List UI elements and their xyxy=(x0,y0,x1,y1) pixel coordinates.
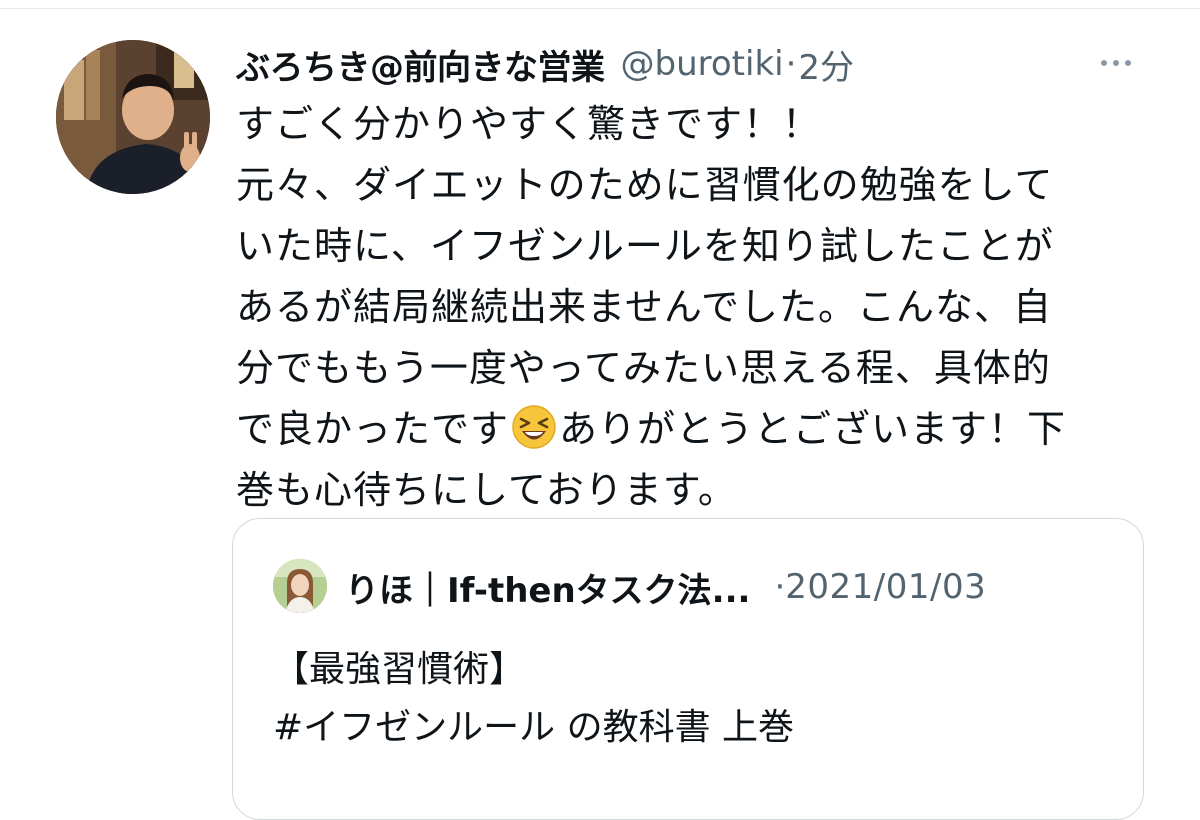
author-display-name[interactable]: ぶろちき@前向きな営業 xyxy=(236,40,605,89)
tweet-text-line: 元々、ダイエットのために習慣化の勉強をして xyxy=(236,163,1054,207)
quoted-tweet-date: 2021/01/03 xyxy=(785,567,987,607)
quoted-header-separator: · xyxy=(774,567,786,607)
tweet-text-segment: ありがとうとございます！下 xyxy=(559,407,1067,451)
tweet-text-line: 巻も心待ちにしております。 xyxy=(236,468,737,512)
tweet-text-line: あるが結局継続出来ませんでした。こんな、自 xyxy=(236,285,1052,329)
quoted-tweet-body: 【最強習慣術】 #イフゼンルール の教科書 上巻 xyxy=(273,641,794,757)
quoted-tweet-header: りほ｜If-thenタスク法... · 2021/01/03 xyxy=(345,561,986,613)
tweet-text-segment: で良かったです xyxy=(236,407,510,451)
author-avatar[interactable] xyxy=(56,40,210,194)
tweet-body: すごく分かりやすく驚きです！！ 元々、ダイエットのために習慣化の勉強をして いた… xyxy=(236,94,1156,521)
tweet[interactable]: ぶろちき@前向きな営業 @burotiki · 2分 すごく分かりやすく驚きです… xyxy=(0,0,1200,820)
author-handle[interactable]: @burotiki xyxy=(621,44,784,84)
tweet-text-line: 分でももう一度やってみたい思える程、具体的 xyxy=(236,346,1051,390)
header-separator: · xyxy=(785,44,797,84)
more-options-button[interactable] xyxy=(1090,48,1142,78)
quoted-author-avatar xyxy=(273,559,327,613)
more-horizontal-icon xyxy=(1101,60,1107,66)
tweet-timestamp[interactable]: 2分 xyxy=(798,40,854,89)
quoted-text-line: #イフゼンルール の教科書 上巻 xyxy=(273,707,795,748)
quoted-text-line: 【最強習慣術】 xyxy=(273,649,526,690)
tweet-text-line: いた時に、イフゼンルールを知り試したことが xyxy=(236,224,1054,268)
grinning-squinting-face-emoji xyxy=(512,405,556,449)
tweet-text-line: すごく分かりやすく驚きです！！ xyxy=(236,102,822,146)
quoted-tweet-card[interactable]: りほ｜If-thenタスク法... · 2021/01/03 【最強習慣術】 #… xyxy=(232,518,1144,820)
quoted-author-name: りほ｜If-thenタスク法... xyxy=(345,570,751,611)
tweet-header: ぶろちき@前向きな営業 @burotiki · 2分 xyxy=(236,38,854,90)
tweet-text-line: で良かったです ありがとうとございます！下 xyxy=(236,399,1156,460)
